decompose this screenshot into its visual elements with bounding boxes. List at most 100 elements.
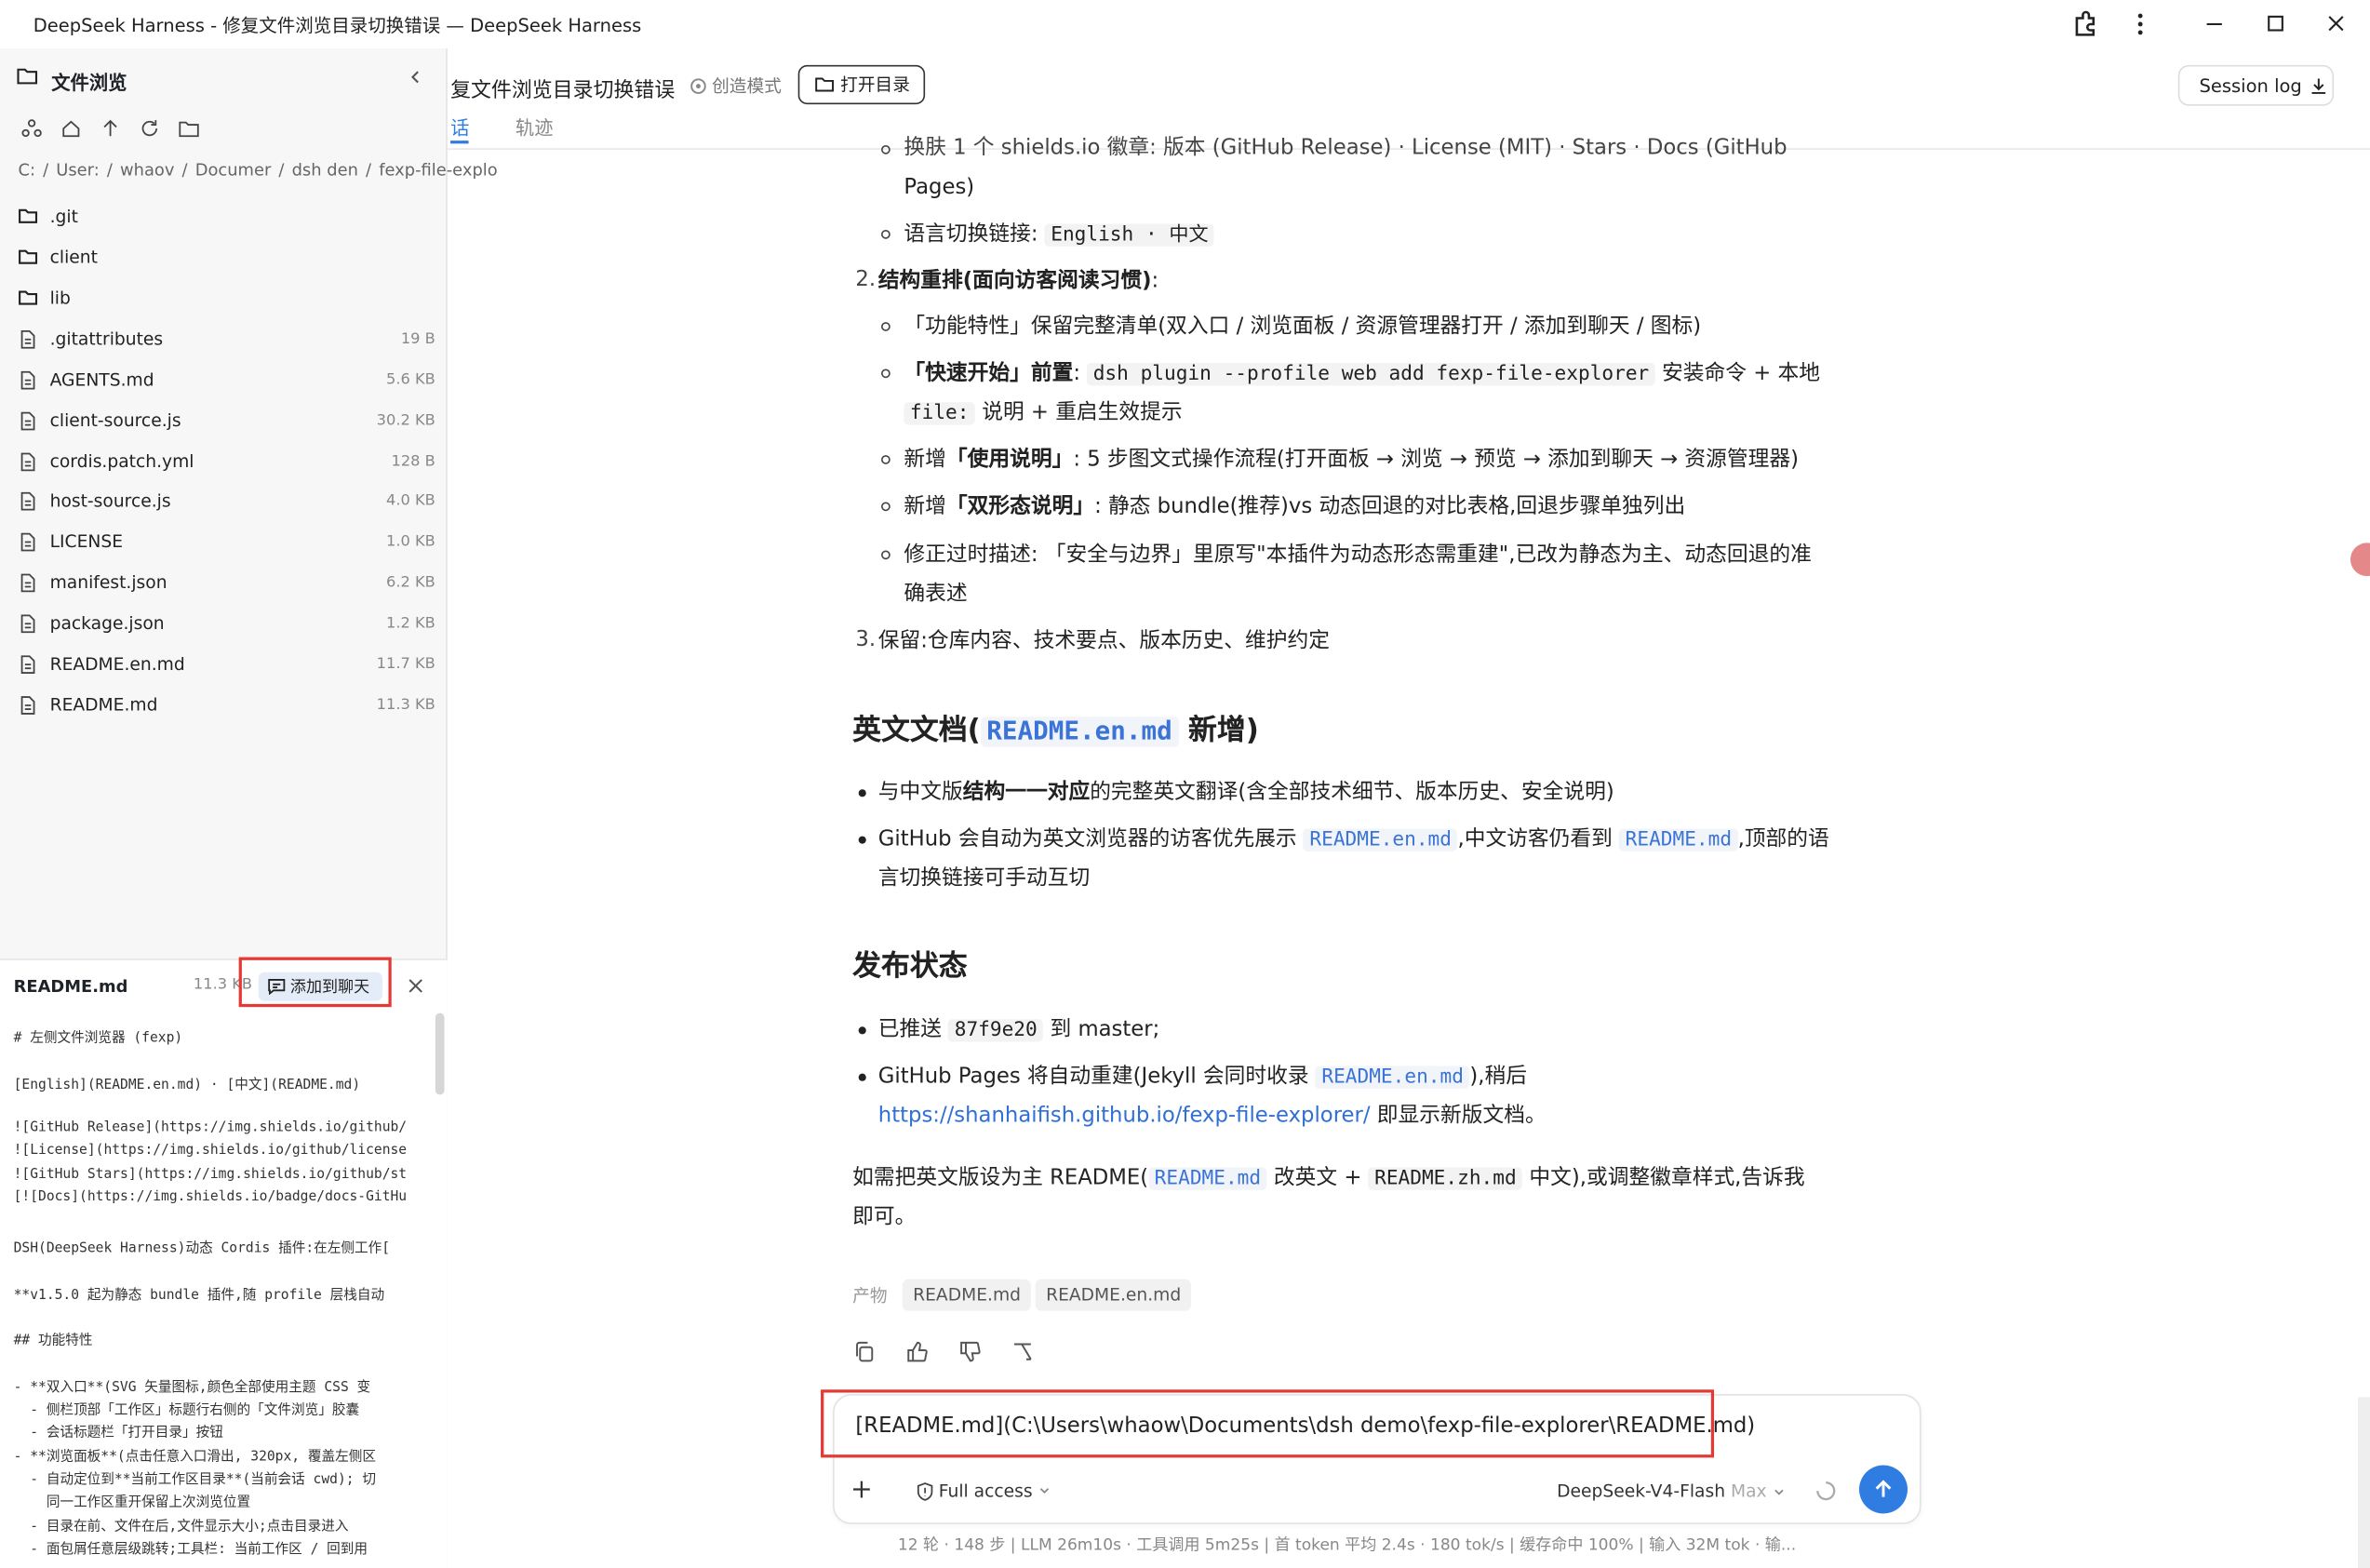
close-icon[interactable] bbox=[407, 977, 424, 995]
highlight-box bbox=[821, 1389, 1715, 1458]
shield-icon bbox=[916, 1481, 933, 1501]
thumbs-down-icon[interactable] bbox=[958, 1340, 983, 1364]
open-folder-icon[interactable] bbox=[179, 118, 200, 140]
breadcrumb-separator: / bbox=[43, 160, 49, 181]
code-line: ## 功能特性 bbox=[13, 1333, 93, 1349]
list-bullet bbox=[881, 502, 890, 512]
branch-icon[interactable] bbox=[1011, 1340, 1036, 1364]
thumbs-up-icon[interactable] bbox=[905, 1340, 930, 1364]
code-line: - 目录在前、文件在后,文件显示大小;点击目录进入 bbox=[13, 1520, 349, 1535]
file-name: .gitattributes bbox=[49, 328, 164, 350]
artifact-chip[interactable]: README.md bbox=[902, 1279, 1032, 1311]
breadcrumb-separator: / bbox=[106, 160, 113, 181]
breadcrumb[interactable]: C: / User: / whaov / Documer / dsh den /… bbox=[18, 160, 497, 180]
file-row[interactable]: manifest.json 6.2 KB bbox=[18, 567, 435, 596]
file-name: README.en.md bbox=[49, 652, 185, 675]
list-bullet bbox=[881, 229, 890, 239]
floating-assistant-icon[interactable] bbox=[2350, 543, 2370, 577]
content-text: 中文),或调整徽章样式,告诉我 bbox=[1529, 1165, 1805, 1190]
content-text: 的完整英文翻译(含全部技术细节、版本历史、安全说明) bbox=[1090, 780, 1614, 805]
plus-icon[interactable] bbox=[847, 1474, 877, 1504]
content-text: 换肤 1 个 shields.io 徽章: 版本 (GitHub Release… bbox=[904, 136, 1788, 161]
breadcrumb-item[interactable]: C: bbox=[18, 160, 35, 180]
code-line: - 自动定位到**当前工作区目录**(当前会话 cwd); 切 bbox=[13, 1472, 376, 1488]
arrow-up-icon[interactable] bbox=[100, 118, 121, 140]
code-line: - 侧栏顶部「工作区」标题行右侧的「文件浏览」胶囊 bbox=[13, 1402, 360, 1419]
chevron-down-icon bbox=[1773, 1484, 1788, 1499]
breadcrumb-item[interactable]: User: bbox=[56, 160, 99, 180]
file-icon bbox=[18, 613, 37, 633]
content-text: 说明 + 重启生效提示 bbox=[982, 400, 1183, 425]
model-selector[interactable]: DeepSeek-V4-Flash Max bbox=[1557, 1481, 1788, 1502]
access-selector[interactable]: Full access bbox=[916, 1481, 1051, 1502]
file-size: 19 B bbox=[400, 330, 435, 347]
list-bullet bbox=[881, 322, 890, 331]
more-vert-icon[interactable] bbox=[2125, 9, 2159, 39]
list-item: 新增「双形态说明」: 静态 bundle(推荐)vs 动态回退的对比表格,回退步… bbox=[904, 491, 1685, 521]
content-text: 即显示新版文档。 bbox=[1376, 1104, 1547, 1129]
file-icon bbox=[18, 328, 37, 348]
breadcrumb-item[interactable]: whaov bbox=[120, 160, 174, 180]
file-row[interactable]: .gitattributes 19 B bbox=[18, 324, 435, 354]
code-line: - **双入口**(SVG 矢量图标,颜色全部使用主题 CSS 变 bbox=[13, 1380, 371, 1396]
preview-scrollbar[interactable] bbox=[435, 1012, 445, 1095]
content-text: 改英文 + bbox=[1273, 1165, 1362, 1190]
list-bullet bbox=[858, 1026, 866, 1035]
minimize-icon[interactable] bbox=[2200, 9, 2233, 39]
file-icon bbox=[18, 531, 37, 551]
breadcrumb-item[interactable]: fexp-file-explo bbox=[379, 160, 497, 180]
list-item: 修正过时描述: 「安全与边界」里原写"本插件为动态形态需重建",已改为静态为主、… bbox=[904, 543, 1812, 568]
inline-code: README.en.md bbox=[980, 717, 1179, 747]
chevron-left-icon[interactable] bbox=[407, 68, 424, 86]
mode-badge[interactable]: 创造模式 bbox=[690, 74, 782, 99]
tab-trace[interactable]: 轨迹 bbox=[516, 112, 554, 141]
copy-icon[interactable] bbox=[852, 1340, 877, 1364]
file-row[interactable]: README.md 11.3 KB bbox=[18, 690, 435, 719]
content-text: 新增 bbox=[904, 447, 946, 472]
file-row[interactable]: .git bbox=[18, 201, 435, 231]
bold-text: 「双形态说明」 bbox=[945, 494, 1095, 519]
close-window-icon[interactable] bbox=[2322, 9, 2355, 39]
extensions-icon[interactable] bbox=[2070, 9, 2104, 39]
file-row[interactable]: lib bbox=[18, 283, 435, 313]
file-name: LICENSE bbox=[49, 530, 124, 553]
content-text: : 静态 bundle(推荐)vs 动态回退的对比表格,回退步骤单独列出 bbox=[1094, 494, 1686, 519]
content-text: GitHub 会自动为英文浏览器的访客优先展示 bbox=[877, 826, 1297, 851]
list-item: GitHub Pages 将自动重建(Jekyll 会同时收录 README.e… bbox=[878, 1062, 1527, 1093]
file-row[interactable]: LICENSE 1.0 KB bbox=[18, 526, 435, 556]
list-bullet bbox=[881, 550, 890, 560]
list-item: 与中文版结构一一对应的完整英文翻译(含全部技术细节、版本历史、安全说明) bbox=[878, 777, 1614, 807]
refresh-icon[interactable] bbox=[139, 118, 160, 140]
maximize-icon[interactable] bbox=[2261, 9, 2295, 39]
list-item: 结构重排(面向访客阅读习惯): bbox=[878, 266, 1158, 296]
file-row[interactable]: client-source.js 30.2 KB bbox=[18, 405, 435, 435]
list-bullet bbox=[881, 369, 890, 379]
artifact-chip[interactable]: README.en.md bbox=[1035, 1279, 1192, 1311]
file-name: client bbox=[49, 246, 98, 268]
home-icon[interactable] bbox=[60, 118, 82, 140]
file-row[interactable]: README.en.md 11.7 KB bbox=[18, 649, 435, 678]
list-number: 3. bbox=[855, 627, 877, 652]
arrow-up-icon bbox=[1871, 1478, 1895, 1502]
download-icon bbox=[2310, 76, 2327, 94]
file-row[interactable]: cordis.patch.yml 128 B bbox=[18, 446, 435, 476]
breadcrumb-item[interactable]: Documer bbox=[195, 160, 272, 180]
file-row[interactable]: AGENTS.md 5.6 KB bbox=[18, 365, 435, 395]
session-log-button[interactable]: Session log bbox=[2177, 64, 2335, 106]
file-size: 1.0 KB bbox=[386, 532, 435, 550]
file-row[interactable]: package.json 1.2 KB bbox=[18, 608, 435, 637]
code-line: ![License](https://img.shields.io/github… bbox=[13, 1143, 408, 1159]
folder-icon bbox=[815, 75, 835, 93]
send-button[interactable] bbox=[1859, 1465, 1908, 1514]
main-scrollbar[interactable] bbox=[2358, 1397, 2370, 1568]
inline-code: 87f9e20 bbox=[948, 1019, 1044, 1042]
file-name: AGENTS.md bbox=[49, 369, 154, 391]
docs-link[interactable]: https://shanhaifish.github.io/fexp-file-… bbox=[878, 1104, 1371, 1128]
code-line: DSH(DeepSeek Harness)动态 Cordis 插件:在左侧工作[ bbox=[13, 1241, 391, 1257]
open-directory-button[interactable]: 打开目录 bbox=[797, 64, 926, 105]
file-row[interactable]: host-source.js 4.0 KB bbox=[18, 486, 435, 516]
tab-chat[interactable]: 话 bbox=[450, 112, 469, 141]
breadcrumb-item[interactable]: dsh den bbox=[292, 160, 358, 180]
workspace-icon[interactable] bbox=[21, 118, 43, 140]
file-row[interactable]: client bbox=[18, 242, 435, 272]
